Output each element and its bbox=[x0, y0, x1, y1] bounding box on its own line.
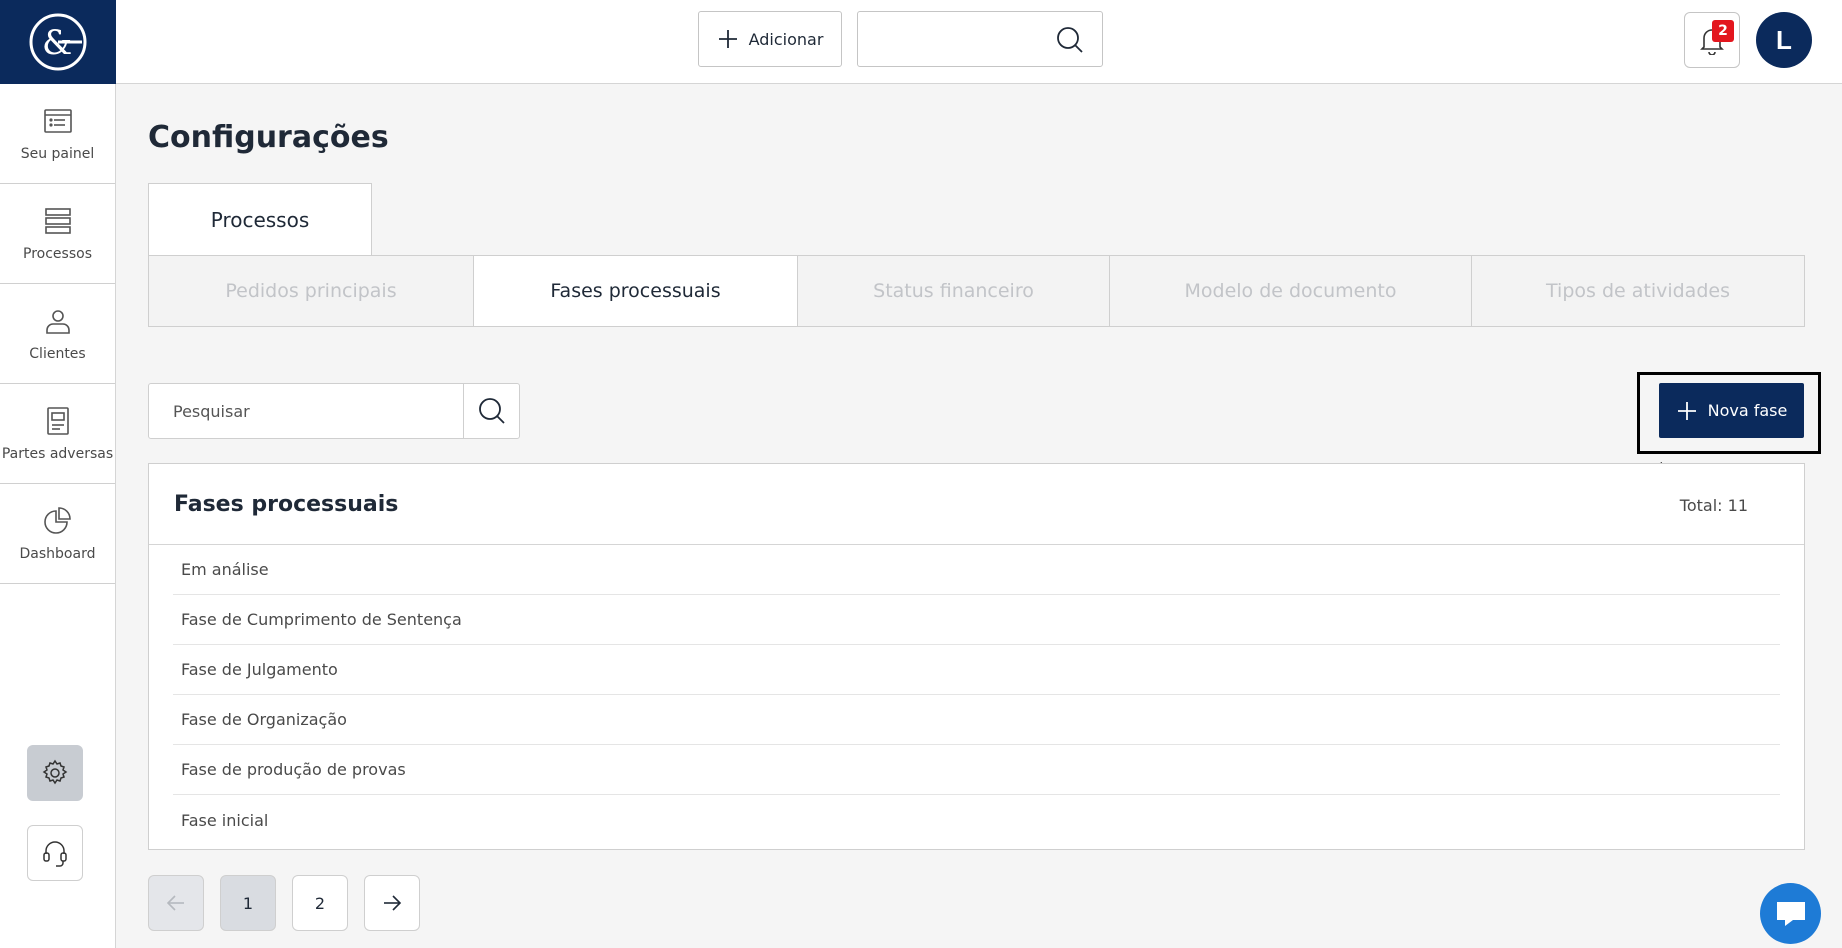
tab-processos[interactable]: Processos bbox=[148, 183, 372, 256]
plus-icon bbox=[718, 30, 737, 48]
plus-icon bbox=[1677, 401, 1696, 420]
sidebar-item-processos[interactable]: Processos bbox=[0, 184, 115, 284]
sidebar-item-partes-adversas[interactable]: Partes adversas bbox=[0, 384, 115, 484]
sidebar-item-label: Processos bbox=[23, 245, 92, 262]
notifications-button[interactable]: 2 bbox=[1684, 12, 1740, 68]
sidebar-item-label: Seu painel bbox=[20, 145, 95, 162]
gear-icon bbox=[42, 759, 68, 785]
prev-page-button[interactable] bbox=[148, 875, 204, 931]
sidebar-item-label: Dashboard bbox=[19, 545, 96, 562]
search-icon bbox=[478, 398, 505, 424]
pagination: 1 2 bbox=[148, 875, 420, 931]
arrow-left-icon bbox=[166, 895, 184, 911]
pie-chart-icon bbox=[43, 506, 71, 534]
card-header: Fases processuais Total: 11 bbox=[149, 464, 1804, 545]
card-title: Fases processuais bbox=[174, 492, 399, 517]
list-item[interactable]: Fase de produção de provas bbox=[173, 745, 1780, 795]
phases-list: Em análise Fase de Cumprimento de Senten… bbox=[149, 545, 1804, 845]
sidebar: & Seu painel Processos Clientes Partes a… bbox=[0, 0, 116, 948]
sidebar-item-label: Clientes bbox=[29, 345, 86, 362]
topbar: Adicionar 2 L bbox=[116, 0, 1842, 84]
logo[interactable]: & bbox=[0, 0, 116, 84]
subtab-modelo-de-documento[interactable]: Modelo de documento bbox=[1110, 256, 1472, 326]
list-item[interactable]: Fase de Organização bbox=[173, 695, 1780, 745]
support-button[interactable] bbox=[27, 825, 83, 881]
avatar[interactable]: L bbox=[1756, 12, 1812, 68]
search-button[interactable] bbox=[463, 384, 519, 438]
chat-button[interactable] bbox=[1760, 883, 1821, 944]
subtab-status-financeiro[interactable]: Status financeiro bbox=[798, 256, 1110, 326]
new-phase-button[interactable]: Nova fase bbox=[1659, 383, 1804, 438]
dashboard-list-icon bbox=[43, 108, 72, 133]
list-item[interactable]: Fase de Julgamento bbox=[173, 645, 1780, 695]
headset-icon bbox=[43, 841, 67, 867]
document-icon bbox=[46, 406, 69, 435]
search-icon[interactable] bbox=[1056, 26, 1084, 54]
subtab-fases-processuais[interactable]: Fases processuais bbox=[474, 256, 798, 326]
list-item[interactable]: Fase inicial bbox=[173, 795, 1780, 845]
new-phase-button-label: Nova fase bbox=[1707, 401, 1788, 420]
list-item[interactable]: Em análise bbox=[173, 545, 1780, 595]
page-button-2[interactable]: 2 bbox=[292, 875, 348, 931]
page-button-1[interactable]: 1 bbox=[220, 875, 276, 931]
list-item[interactable]: Fase de Cumprimento de Sentença bbox=[173, 595, 1780, 645]
brand-logo-icon: & bbox=[29, 13, 87, 71]
arrow-right-icon bbox=[384, 895, 402, 911]
chat-icon bbox=[1776, 901, 1805, 926]
settings-button[interactable] bbox=[27, 745, 83, 801]
sidebar-item-dashboard[interactable]: Dashboard bbox=[0, 484, 115, 584]
total-count: Total: 11 bbox=[1679, 496, 1748, 515]
add-button-label: Adicionar bbox=[748, 29, 824, 49]
search-input[interactable] bbox=[149, 384, 463, 438]
page-title: Configurações bbox=[148, 120, 389, 155]
sidebar-item-clientes[interactable]: Clientes bbox=[0, 284, 115, 384]
phases-list-card: Fases processuais Total: 11 Em análise F… bbox=[148, 463, 1805, 850]
global-search-input[interactable] bbox=[857, 11, 1103, 67]
sidebar-item-seu-painel[interactable]: Seu painel bbox=[0, 84, 115, 184]
notification-badge: 2 bbox=[1712, 20, 1734, 42]
subtabs: Pedidos principais Fases processuais Sta… bbox=[148, 255, 1805, 327]
sidebar-item-label: Partes adversas bbox=[1, 445, 114, 462]
list-search bbox=[148, 383, 520, 439]
next-page-button[interactable] bbox=[364, 875, 420, 931]
user-icon bbox=[45, 309, 70, 334]
add-button[interactable]: Adicionar bbox=[698, 11, 842, 67]
subtab-tipos-de-atividades[interactable]: Tipos de atividades bbox=[1472, 256, 1804, 326]
stack-icon bbox=[44, 207, 71, 234]
subtab-pedidos-principais[interactable]: Pedidos principais bbox=[149, 256, 474, 326]
